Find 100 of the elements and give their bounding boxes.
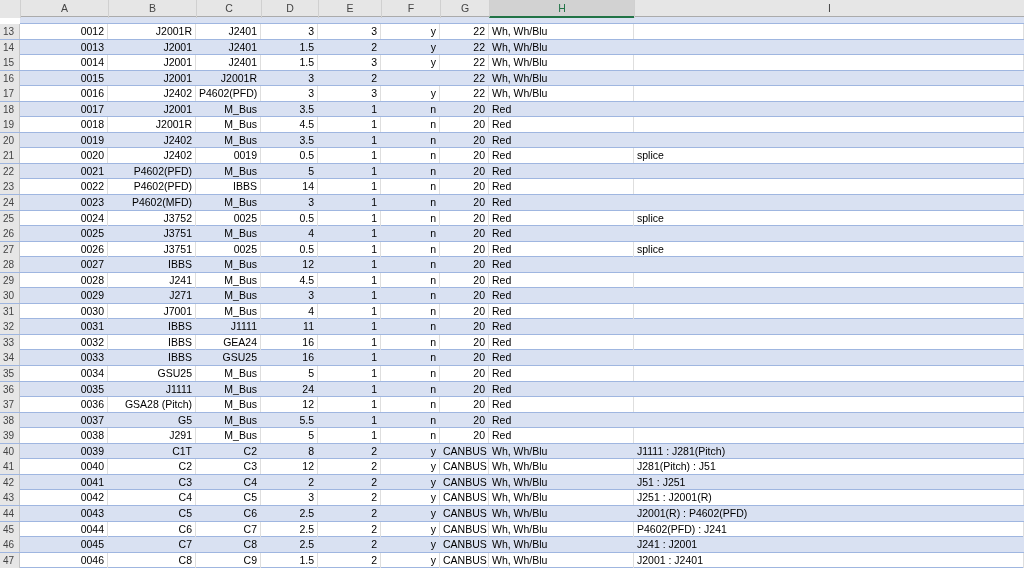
table-cell: 0039	[80, 443, 104, 459]
table-cell: Wh, Wh/Blu	[492, 443, 548, 459]
table-cell: Wh, Wh/Blu	[492, 70, 548, 86]
row-number[interactable]: 32	[0, 319, 20, 335]
table-cell: 0033	[80, 350, 104, 366]
table-cell: 1	[371, 210, 377, 226]
table-cell: 0025	[80, 226, 104, 242]
row-number[interactable]: 39	[0, 428, 20, 444]
table-cell: y	[430, 443, 436, 459]
table-cell: y	[430, 459, 436, 475]
row-number[interactable]: 46	[0, 537, 20, 553]
table-cell: 12	[302, 459, 314, 475]
table-cell: J7001	[163, 303, 192, 319]
table-cell: 2	[371, 70, 377, 86]
table-cell: 2.5	[299, 505, 314, 521]
table-cell: 3	[371, 55, 377, 71]
table-cell: Wh, Wh/Blu	[492, 521, 548, 537]
table-cell: 0035	[80, 381, 104, 397]
table-cell: Red	[492, 257, 512, 273]
row-number[interactable]: 13	[0, 24, 20, 39]
table-cell: CANBUS	[443, 537, 487, 553]
table-cell: 0016	[80, 86, 104, 102]
table-cell: 4.5	[299, 117, 314, 133]
table-cell: CANBUS	[443, 552, 487, 568]
table-cell: Wh, Wh/Blu	[492, 24, 548, 39]
table-cell: 2.5	[299, 521, 314, 537]
table-cell: M_Bus	[224, 303, 257, 319]
table-cell: y	[430, 505, 436, 521]
row-number[interactable]: 35	[0, 366, 20, 382]
table-cell: C9	[243, 552, 257, 568]
table-cell: 20	[473, 179, 485, 195]
table-cell: M_Bus	[224, 428, 257, 444]
row-number[interactable]: 30	[0, 288, 20, 304]
table-cell: 1.5	[299, 55, 314, 71]
table-cell: 2	[371, 459, 377, 475]
table-cell: 22	[473, 39, 485, 55]
table-cell: C2	[178, 459, 192, 475]
table-cell: 0.5	[299, 210, 314, 226]
table-cell: 0012	[80, 24, 104, 39]
table-cell: n	[430, 241, 436, 257]
table-cell: IBBS	[168, 350, 192, 366]
table-cell: 0034	[80, 366, 104, 382]
table-cell: 2	[371, 505, 377, 521]
table-cell: 0018	[80, 117, 104, 133]
table-cell: C4	[178, 490, 192, 506]
table-cell: n	[430, 210, 436, 226]
table-cell: 0022	[80, 179, 104, 195]
row-number[interactable]: 17	[0, 86, 20, 102]
table-cell: y	[430, 537, 436, 553]
table-cell: 4.5	[299, 272, 314, 288]
table-cell: M_Bus	[224, 397, 257, 413]
table-cell: 0015	[80, 70, 104, 86]
table-cell: J251 : J2001(R)	[637, 490, 712, 506]
table-cell: 1	[371, 179, 377, 195]
table-cell: M_Bus	[224, 288, 257, 304]
table-cell: 20	[473, 117, 485, 133]
table-cell: 22	[473, 70, 485, 86]
table-cell: 1.5	[299, 552, 314, 568]
table-cell: P4602(PFD) : J241	[637, 521, 727, 537]
table-cell: J1111	[165, 381, 192, 397]
table-cell: 0013	[80, 39, 104, 55]
table-cell: J281(Pitch) : J51	[637, 459, 716, 475]
table-cell: 1	[371, 257, 377, 273]
table-cell: 16	[302, 334, 314, 350]
table-cell: M_Bus	[224, 226, 257, 242]
row-number[interactable]: 26	[0, 226, 20, 242]
table-cell: 1	[371, 101, 377, 117]
table-cell: CANBUS	[443, 459, 487, 475]
table-cell: M_Bus	[224, 163, 257, 179]
table-cell: J3752	[163, 210, 192, 226]
table-cell: M_Bus	[224, 381, 257, 397]
table-cell: 20	[473, 366, 485, 382]
table-cell: 2.5	[299, 537, 314, 553]
table-cell: IBBS	[168, 319, 192, 335]
table-cell: 1	[371, 397, 377, 413]
table-cell: C3	[178, 474, 192, 490]
table-cell: P4602(PFD)	[133, 179, 192, 195]
table-cell: 1	[371, 334, 377, 350]
row-number[interactable]: 19	[0, 117, 20, 133]
table-cell: n	[430, 101, 436, 117]
row-number[interactable]: 41	[0, 459, 20, 475]
table-cell: y	[430, 55, 436, 71]
row-number[interactable]: 21	[0, 148, 20, 164]
row-number[interactable]: 34	[0, 350, 20, 366]
table-cell: 0042	[80, 490, 104, 506]
table-cell: C8	[178, 552, 192, 568]
table-cell: n	[430, 303, 436, 319]
table-cell: 3	[308, 70, 314, 86]
table-cell: GSU25	[222, 350, 257, 366]
table-cell: 20	[473, 350, 485, 366]
table-cell: J241 : J2001	[637, 537, 698, 553]
row-number[interactable]: 23	[0, 179, 20, 195]
table-cell: 1	[371, 381, 377, 397]
column-header[interactable]: H	[489, 0, 634, 18]
row-number[interactable]: 37	[0, 397, 20, 413]
row-number[interactable]: 28	[0, 257, 20, 273]
row-number[interactable]: 15	[0, 55, 20, 71]
row-number[interactable]: 24	[0, 195, 20, 210]
table-cell: Red	[492, 303, 512, 319]
row-number[interactable]: 43	[0, 490, 20, 506]
